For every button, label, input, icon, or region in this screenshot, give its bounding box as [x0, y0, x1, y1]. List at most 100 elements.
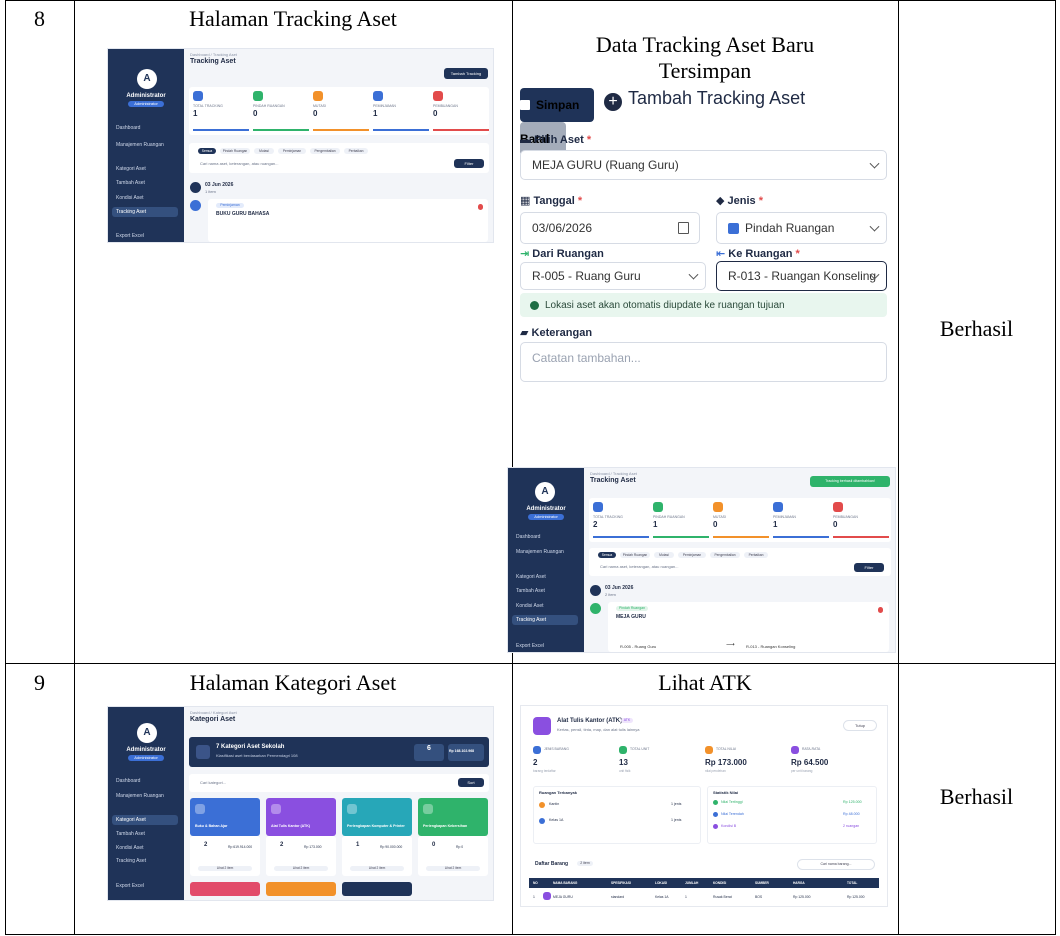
sidebar-item-condition[interactable]: Kondisi Aset: [116, 845, 144, 851]
search-input[interactable]: Cari kategori...: [200, 780, 226, 785]
asset-select[interactable]: MEJA GURU (Ruang Guru): [520, 150, 887, 180]
sidebar-item-dashboard[interactable]: Dashboard: [116, 125, 140, 131]
search-input[interactable]: Cari nama aset, keterangan, atau ruangan…: [600, 564, 679, 569]
sidebar-item-categories[interactable]: Kategori Aset: [116, 166, 146, 172]
row-number: 8: [34, 6, 45, 31]
stat-icon: [253, 91, 263, 101]
filter-pill-3[interactable]: Peminjaman: [678, 552, 706, 558]
type-select[interactable]: Pindah Ruangan: [716, 212, 887, 244]
category-card-header[interactable]: [190, 882, 260, 896]
sidebar-item-dashboard[interactable]: Dashboard: [516, 534, 540, 540]
event-tag: Peminjaman: [216, 203, 244, 208]
list-search[interactable]: Cari nama barang...: [797, 859, 875, 870]
category-card-header[interactable]: [266, 882, 336, 896]
event-tag: Pindah Ruangan: [616, 606, 648, 611]
sidebar-item-export[interactable]: Export Excel: [116, 233, 144, 239]
delete-icon[interactable]: [478, 204, 483, 210]
save-button[interactable]: Simpan: [520, 88, 594, 122]
delete-icon[interactable]: [878, 607, 883, 613]
avatar: A: [535, 482, 555, 502]
sidebar-item-tracking[interactable]: Tracking Aset: [512, 615, 578, 625]
stat-value: 1: [773, 520, 778, 529]
calendar-icon: ▦: [520, 195, 531, 207]
add-tracking-form: + Tambah Tracking Aset ▬ Pilih Aset * MEJ…: [520, 88, 890, 448]
breadcrumb: Dashboard / Tracking Aset: [190, 52, 237, 57]
category-icon: [347, 804, 357, 814]
filter-pill-0[interactable]: Semua: [598, 552, 616, 558]
filter-button[interactable]: Filter: [454, 159, 484, 168]
stat-underline: [433, 129, 489, 131]
sidebar-item-condition[interactable]: Kondisi Aset: [116, 195, 144, 201]
sidebar-item-export[interactable]: Export Excel: [116, 883, 144, 889]
result-caption: Lihat ATK: [658, 670, 752, 695]
stat-icon: [313, 91, 323, 101]
category-value: Rp 90.000.000: [380, 845, 403, 849]
stat-icon: [533, 746, 541, 754]
sidebar-item-tracking[interactable]: Tracking Aset: [116, 858, 146, 864]
stat-underline: [593, 536, 649, 538]
atk-tag: ATK: [621, 718, 633, 723]
filter-pill-1[interactable]: Pindah Ruangan: [620, 552, 650, 558]
filter-pill-5[interactable]: Perbaikan: [744, 552, 768, 558]
sidebar-item-tracking[interactable]: Tracking Aset: [112, 207, 178, 217]
category-value: Rp 0: [456, 845, 464, 849]
page-heading: Tracking Aset: [190, 58, 236, 65]
value-title: Statistik Nilai: [713, 790, 739, 795]
filter-pill-3[interactable]: Peminjaman: [278, 148, 306, 154]
from-room-select[interactable]: R-005 - Ruang Guru: [520, 262, 706, 290]
filter-pill-4[interactable]: Pengembalian: [710, 552, 740, 558]
stat-underline: [713, 536, 769, 538]
stat-value: 1: [653, 520, 658, 529]
success-toast[interactable]: Tracking berhasil ditambahkan!: [810, 476, 890, 487]
see-items-button[interactable]: Lihat 2 item: [198, 866, 252, 871]
sidebar-item-rooms[interactable]: Manajemen Ruangan: [516, 549, 564, 555]
row-number: 9: [34, 670, 45, 695]
calendar-icon[interactable]: [678, 222, 689, 234]
stat-label: PINDAH RUANGAN: [253, 104, 285, 108]
category-card-header[interactable]: [342, 882, 412, 896]
filter-pill-1[interactable]: Pindah Ruangan: [220, 148, 250, 154]
to-room-select[interactable]: R-013 - Ruangan Konseling: [716, 261, 887, 291]
see-items-button[interactable]: Lihat 2 item: [274, 866, 328, 871]
stat-label: PEMINJAMAN: [773, 515, 796, 519]
cell-spec: standard: [611, 895, 625, 899]
sidebar-item-dashboard[interactable]: Dashboard: [116, 778, 140, 784]
filter-pill-5[interactable]: Perbaikan: [344, 148, 368, 154]
sidebar-item-add-asset[interactable]: Tambah Aset: [116, 831, 145, 837]
sidebar-item-add-asset[interactable]: Tambah Aset: [116, 180, 145, 186]
category-name: Alat Tulis Kantor (ATK): [271, 824, 310, 828]
room-name: Kelas 1A: [549, 818, 564, 822]
column-header: TOTAL: [847, 881, 858, 885]
sidebar-item-export[interactable]: Export Excel: [516, 643, 544, 649]
sidebar-item-rooms[interactable]: Manajemen Ruangan: [116, 793, 164, 799]
tracking-result-screenshot: A Administrator Administrator Dashboard …: [507, 467, 896, 653]
filter-button[interactable]: Filter: [854, 563, 884, 572]
search-input[interactable]: Cari nama aset, keterangan, atau ruangan…: [200, 161, 279, 166]
sidebar-item-condition[interactable]: Kondisi Aset: [516, 603, 544, 609]
sidebar: A Administrator Administrator Dashboard …: [108, 707, 184, 900]
category-value: Rp 173.000: [304, 845, 322, 849]
sidebar-item-categories[interactable]: Kategori Aset: [112, 815, 178, 825]
sidebar-item-categories[interactable]: Kategori Aset: [516, 574, 546, 580]
date-input[interactable]: 03/06/2026: [520, 212, 700, 244]
see-items-button[interactable]: Lihat 2 item: [426, 866, 480, 871]
box-icon: [196, 745, 210, 759]
add-tracking-button[interactable]: Tambah Tracking: [444, 68, 488, 79]
sidebar-item-rooms[interactable]: Manajemen Ruangan: [116, 142, 164, 148]
filter-pill-4[interactable]: Pengembalian: [310, 148, 340, 154]
close-button[interactable]: Tutup: [843, 720, 877, 731]
filter-pill-0[interactable]: Semua: [198, 148, 216, 154]
result-caption: Data Tracking Aset Baru Tersimpan: [595, 32, 815, 83]
plus-circle-icon: +: [604, 93, 622, 111]
sidebar-item-add-asset[interactable]: Tambah Aset: [516, 588, 545, 594]
filter-pill-2[interactable]: Mutasi: [654, 552, 674, 558]
stat-value: 0: [313, 109, 318, 118]
chevron-down-icon: [869, 158, 880, 169]
category-qty: 1: [356, 842, 360, 848]
role-badge: Administrator: [128, 101, 164, 107]
filter-pill-2[interactable]: Mutasi: [254, 148, 274, 154]
note-textarea[interactable]: Catatan tambahan...: [520, 342, 887, 382]
see-items-button[interactable]: Lihat 2 item: [350, 866, 404, 871]
from-room: R-005 - Ruang Guru: [620, 644, 657, 649]
sort-button[interactable]: Sort: [458, 778, 484, 787]
